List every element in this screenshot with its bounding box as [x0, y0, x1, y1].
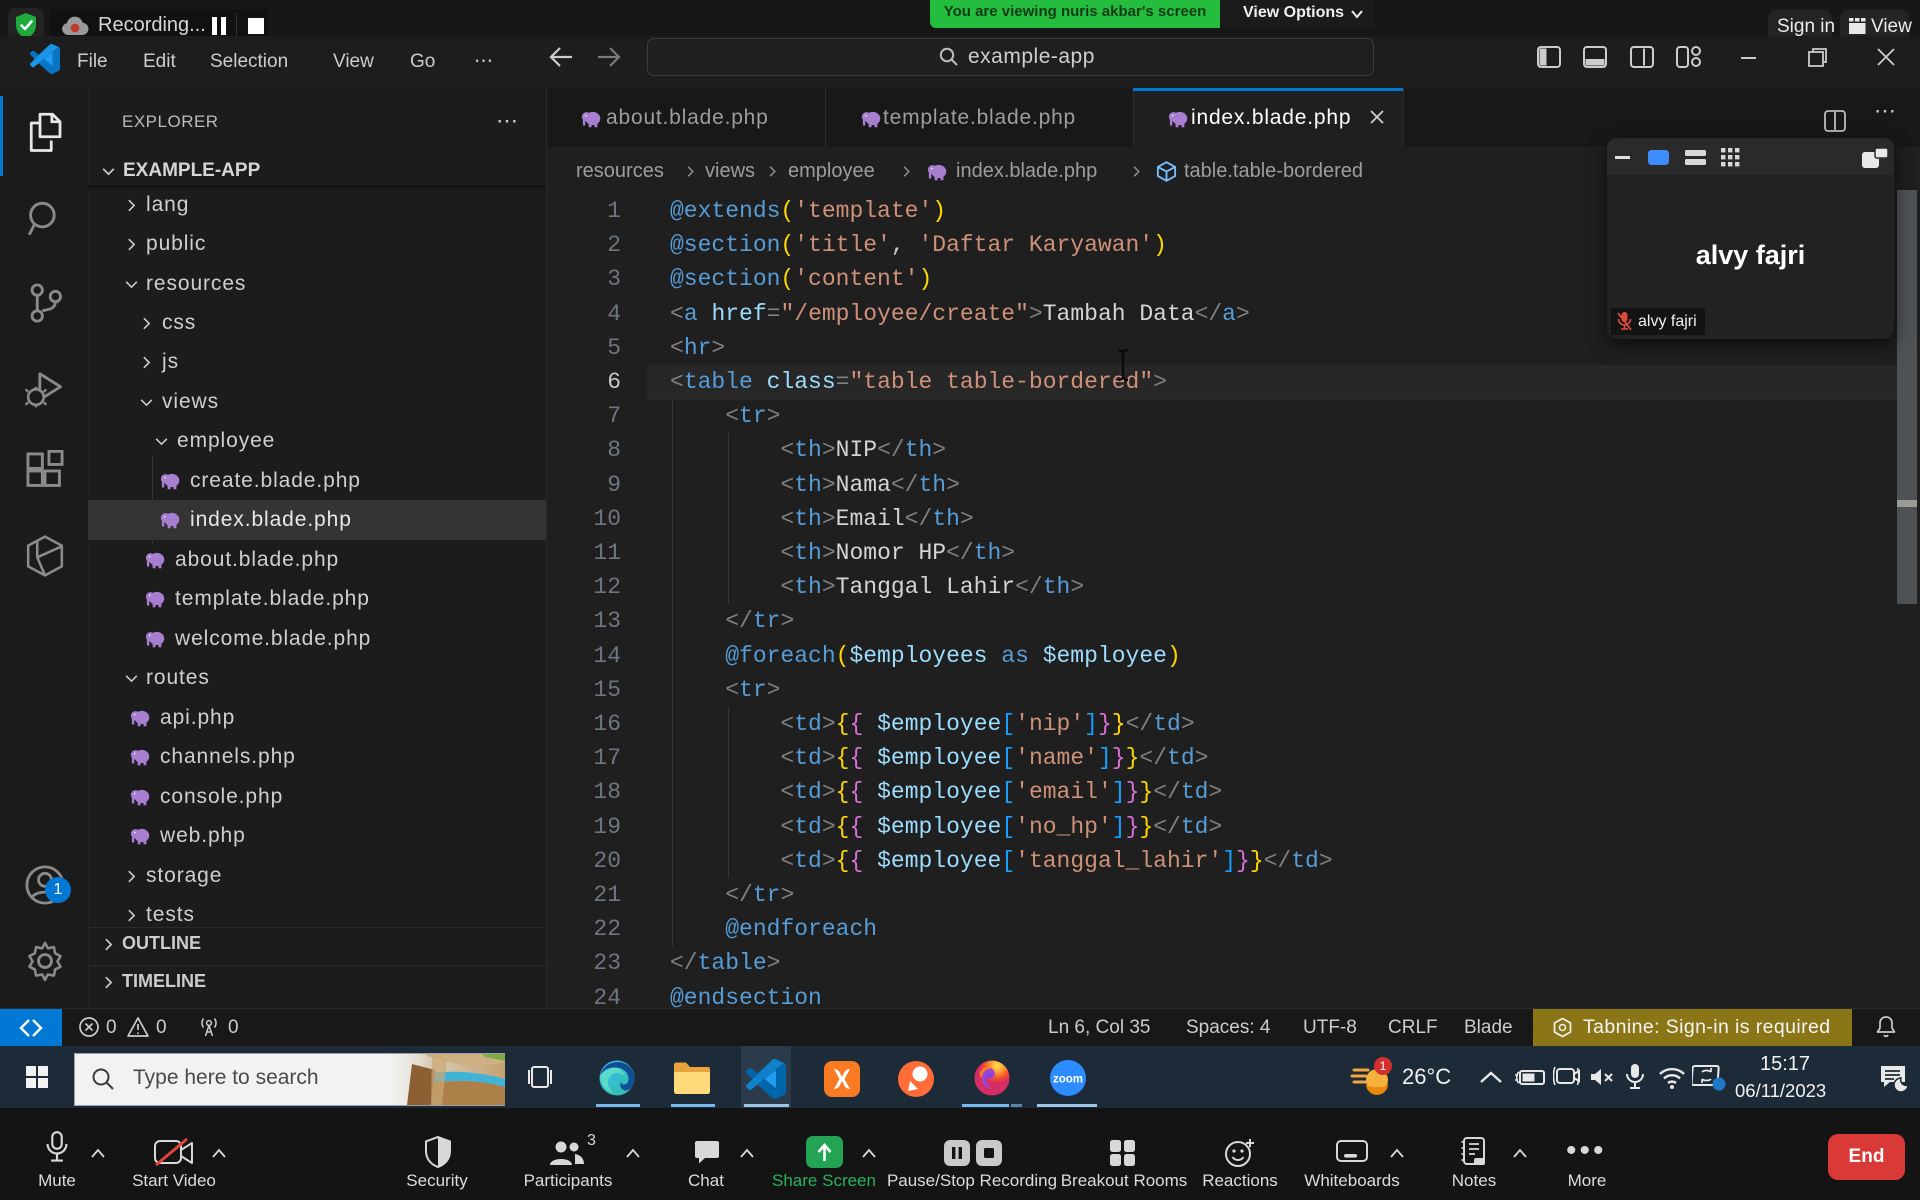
svg-text:zoom: zoom	[1053, 1074, 1083, 1086]
svg-text:1: 1	[1380, 1059, 1387, 1073]
